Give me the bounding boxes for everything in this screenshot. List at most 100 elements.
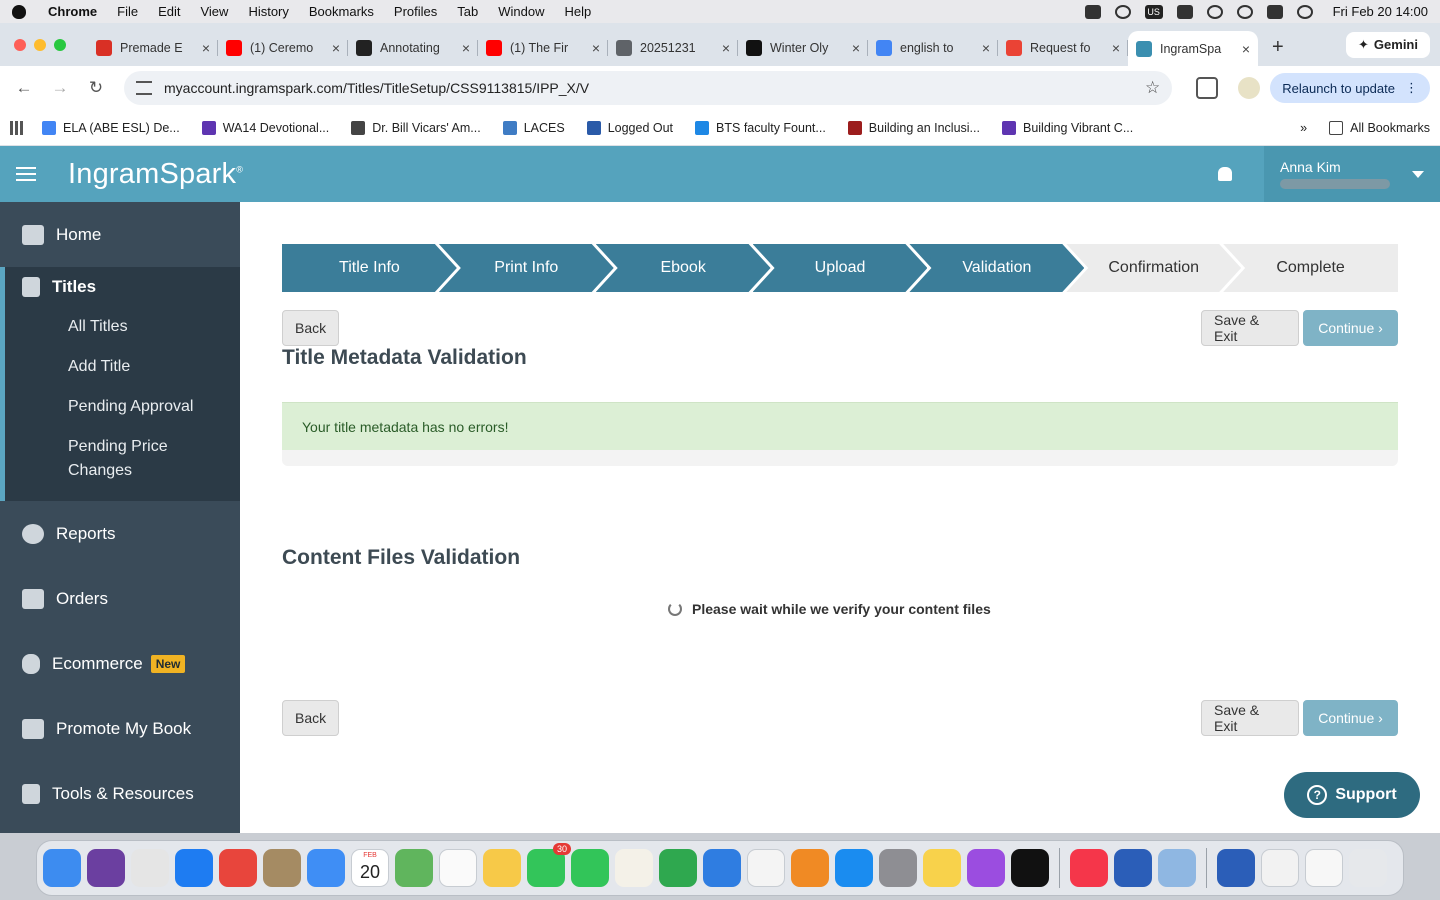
all-bookmarks-folder[interactable]: All Bookmarks [1329, 120, 1430, 135]
dock-maps-icon[interactable] [395, 849, 433, 887]
dock-mail-icon[interactable] [307, 849, 345, 887]
minimize-window-button[interactable] [34, 38, 46, 51]
menu-view[interactable]: View [200, 4, 228, 19]
dock-keynote-icon[interactable] [703, 849, 741, 887]
browser-tab-1[interactable]: (1) Ceremo × [218, 31, 348, 65]
back-button-top[interactable]: Back [282, 310, 340, 346]
dock-trash-icon[interactable] [1349, 849, 1387, 887]
save-exit-button-bottom[interactable]: Save & Exit [1201, 700, 1299, 736]
dock-settings-icon[interactable] [879, 849, 917, 887]
dock-safari-icon[interactable] [175, 849, 213, 887]
tab-search-icon[interactable] [1196, 77, 1219, 99]
bookmark-item-6[interactable]: Building an Inclusi... [847, 120, 980, 135]
new-tab-button[interactable]: + [1272, 36, 1284, 59]
tab-close-icon[interactable]: × [462, 40, 470, 56]
menu-file[interactable]: File [117, 4, 138, 19]
notification-bell-icon[interactable] [1218, 167, 1232, 181]
bookmark-item-1[interactable]: WA14 Devotional... [201, 120, 329, 135]
tab-close-icon[interactable]: × [722, 40, 730, 56]
relaunch-to-update-button[interactable]: Relaunch to update ⋮ [1270, 73, 1430, 103]
battery-icon[interactable] [1176, 4, 1193, 19]
spotlight-search-icon[interactable] [1236, 4, 1253, 19]
step-ebook[interactable]: Ebook [596, 244, 771, 292]
dock-facetime-icon[interactable] [571, 849, 609, 887]
address-bar[interactable]: myaccount.ingramspark.com/Titles/TitleSe… [124, 71, 1173, 105]
support-button[interactable]: ? Support [1284, 772, 1420, 818]
dock-news-icon[interactable] [747, 849, 785, 887]
menu-bar-clock[interactable]: Fri Feb 20 14:00 [1333, 4, 1428, 19]
browser-tab-8[interactable]: IngramSpa × [1128, 30, 1258, 67]
bookmark-item-2[interactable]: Dr. Bill Vicars' Am... [351, 120, 481, 135]
gemini-button[interactable]: ✦ Gemini [1346, 31, 1430, 58]
menu-app-chrome[interactable]: Chrome [48, 4, 97, 19]
dock-word-icon[interactable] [1114, 849, 1152, 887]
dock-calendar-icon[interactable]: FEB 20 [351, 849, 389, 887]
dock-photos-icon[interactable] [483, 849, 521, 887]
dock-reminders-icon[interactable] [439, 849, 477, 887]
dock-app-store-icon[interactable] [835, 849, 873, 887]
browser-tab-4[interactable]: 20251231 × [608, 31, 738, 65]
sidebar-item-reports[interactable]: Reports [0, 501, 240, 566]
step-confirmation[interactable]: Confirmation [1066, 244, 1241, 292]
dock-contacts-icon[interactable] [263, 849, 301, 887]
bookmark-item-4[interactable]: Logged Out [586, 120, 673, 135]
browser-tab-5[interactable]: Winter Oly × [738, 31, 868, 65]
more-bookmarks-icon[interactable]: » [1300, 121, 1307, 135]
bookmark-item-0[interactable]: ELA (ABE ESL) De... [42, 120, 180, 135]
menu-tab[interactable]: Tab [457, 4, 478, 19]
step-complete[interactable]: Complete [1223, 244, 1399, 292]
sidebar-item-pending-approval[interactable]: Pending Approval [5, 387, 225, 427]
step-validation[interactable]: Validation [909, 244, 1084, 292]
browser-tab-2[interactable]: Annotating × [348, 31, 478, 65]
browser-tab-7[interactable]: Request fo × [998, 31, 1128, 65]
sidebar-item-orders[interactable]: Orders [0, 566, 240, 631]
bookmark-item-7[interactable]: Building Vibrant C... [1001, 120, 1133, 135]
dock-word-doc-icon[interactable] [1217, 849, 1255, 887]
continue-button-bottom[interactable]: Continue › [1303, 700, 1398, 736]
play-icon[interactable] [1114, 4, 1131, 19]
forward-arrow-icon[interactable]: → [46, 74, 74, 102]
tab-close-icon[interactable]: × [1112, 40, 1120, 56]
sidebar-item-tools-resources[interactable]: Tools & Resources [0, 761, 240, 826]
menu-edit[interactable]: Edit [158, 4, 180, 19]
sidebar-item-all-titles[interactable]: All Titles [5, 307, 225, 347]
menu-window[interactable]: Window [498, 4, 544, 19]
step-upload[interactable]: Upload [753, 244, 928, 292]
wifi-icon[interactable] [1206, 4, 1223, 19]
dock-document-icon[interactable] [1261, 849, 1299, 887]
sidebar-item-ecommerce[interactable]: Ecommerce New [0, 631, 240, 696]
sidebar-item-pending-price-changes[interactable]: Pending Price Changes [5, 427, 205, 491]
bookmark-star-icon[interactable]: ☆ [1145, 78, 1160, 98]
menu-profiles[interactable]: Profiles [394, 4, 437, 19]
dock-chrome-icon[interactable] [219, 849, 257, 887]
browser-tab-3[interactable]: (1) The Fir × [478, 31, 608, 65]
hamburger-menu-icon[interactable] [16, 163, 36, 185]
browser-tab-0[interactable]: Premade E × [88, 31, 218, 65]
dock-freeform-icon[interactable] [615, 849, 653, 887]
browser-tab-6[interactable]: english to × [868, 31, 998, 65]
tab-close-icon[interactable]: × [202, 40, 210, 56]
input-source-icon[interactable]: US [1144, 4, 1163, 19]
close-window-button[interactable] [14, 38, 26, 51]
menu-help[interactable]: Help [565, 4, 592, 19]
apps-grid-icon[interactable] [10, 120, 24, 135]
site-info-icon[interactable] [136, 81, 152, 95]
continue-button-top[interactable]: Continue › [1303, 310, 1398, 346]
apple-icon[interactable] [12, 4, 26, 19]
tab-close-icon[interactable]: × [982, 40, 990, 56]
save-exit-button-top[interactable]: Save & Exit [1201, 310, 1299, 346]
zoom-window-button[interactable] [54, 38, 66, 51]
step-print-info[interactable]: Print Info [439, 244, 614, 292]
bookmark-item-5[interactable]: BTS faculty Fount... [695, 120, 826, 135]
profile-avatar[interactable] [1238, 77, 1261, 99]
user-menu[interactable]: Anna Kim [1264, 146, 1440, 202]
url-text[interactable]: myaccount.ingramspark.com/Titles/TitleSe… [164, 80, 1145, 96]
dock-messages-icon[interactable]: 30 [527, 843, 571, 887]
dock-notes-icon[interactable] [923, 849, 961, 887]
dock-launchpad-icon[interactable] [131, 849, 169, 887]
dropbox-icon[interactable] [1084, 4, 1101, 19]
menu-history[interactable]: History [248, 4, 288, 19]
sidebar-item-titles[interactable]: Titles [5, 267, 240, 307]
tab-close-icon[interactable]: × [852, 40, 860, 56]
ingramspark-logo[interactable]: IngramSpark® [68, 158, 243, 191]
